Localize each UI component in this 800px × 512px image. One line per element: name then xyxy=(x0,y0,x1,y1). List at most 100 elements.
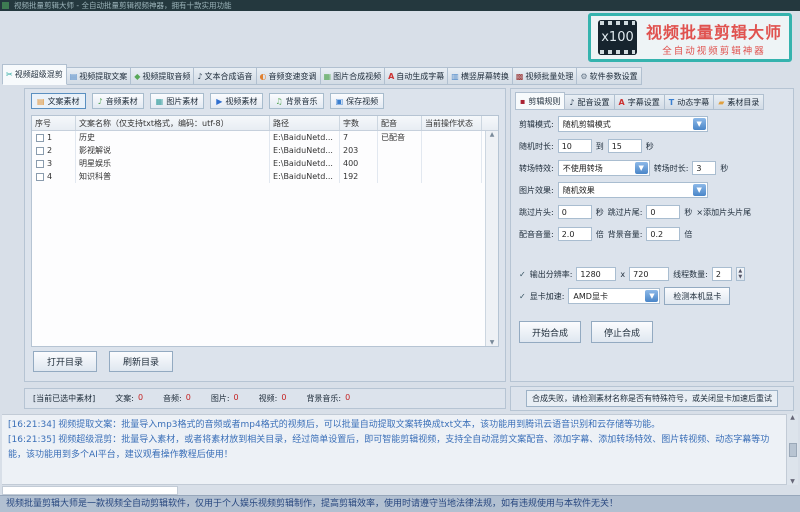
table-scrollbar[interactable]: ▲▼ xyxy=(485,131,498,346)
scroll-up-icon[interactable]: ▲ xyxy=(790,414,795,421)
log-scrollbar[interactable]: ▲ ▼ xyxy=(786,414,798,485)
tab-screen-rotate[interactable]: ▥横竖屏幕转换 xyxy=(448,67,513,85)
scroll-down-icon[interactable]: ▼ xyxy=(790,478,795,485)
selected-audio-count: 0 xyxy=(186,393,191,404)
speed-icon: ◐ xyxy=(260,72,267,81)
random-to-input[interactable] xyxy=(608,139,642,153)
tab-extract-audio[interactable]: ◆视频提取音频 xyxy=(131,67,194,85)
selected-video-count: 0 xyxy=(281,393,286,404)
header-num[interactable]: 序号 xyxy=(32,116,76,130)
detect-gpu-button[interactable]: 检测本机显卡 xyxy=(664,287,730,305)
header-dub[interactable]: 配音 xyxy=(378,116,422,130)
scrollbar-thumb[interactable] xyxy=(789,443,797,457)
table-row[interactable]: 2 影视解说 E:\BaiduNetd... 203 xyxy=(32,144,498,157)
subtitle-settings-icon: A xyxy=(619,98,625,107)
log-line: [16:21:35] 视频超级混剪：批量导入素材，或者将素材放到相关目录，经过简… xyxy=(8,433,782,463)
tab-clip-rules[interactable]: ▪剪辑规则 xyxy=(515,92,565,110)
refresh-directory-button[interactable]: 刷新目录 xyxy=(109,351,173,372)
header-path[interactable]: 路径 xyxy=(270,116,340,130)
bg-volume-input[interactable] xyxy=(646,227,680,241)
header-words[interactable]: 字数 xyxy=(340,116,378,130)
image-effect-label: 图片效果: xyxy=(519,185,554,196)
header-status[interactable]: 当前操作状态 xyxy=(422,116,482,130)
tab-settings[interactable]: ⚙软件参数设置 xyxy=(577,67,641,85)
clip-mode-label: 剪辑模式: xyxy=(519,119,554,130)
random-from-input[interactable] xyxy=(558,139,592,153)
table-row[interactable]: 1 历史 E:\BaiduNetd... 7 已配音 xyxy=(32,131,498,144)
row-checkbox[interactable] xyxy=(36,134,44,142)
window-icon xyxy=(2,2,9,9)
skip-head-input[interactable] xyxy=(558,205,592,219)
tab-dynamic-subtitle[interactable]: T动态字幕 xyxy=(665,94,714,110)
text-material-icon: ▤ xyxy=(37,97,45,106)
text-material-button[interactable]: ▤文案素材 xyxy=(31,93,86,109)
tab-subtitle-settings[interactable]: A字幕设置 xyxy=(615,94,665,110)
gpu-select[interactable]: AMD显卡▼ xyxy=(568,288,660,304)
selected-label: [当前已选中素材] xyxy=(33,393,95,404)
video-material-button[interactable]: ▶视频素材 xyxy=(210,93,263,109)
audio-material-button[interactable]: ♪音频素材 xyxy=(92,93,144,109)
dub-volume-label: 配音音量: xyxy=(519,229,554,240)
dynamic-subtitle-icon: T xyxy=(669,98,674,107)
scroll-up-icon[interactable]: ▲ xyxy=(490,131,495,138)
transition-label: 转场特效: xyxy=(519,163,554,174)
settings-tab-bar: ▪剪辑规则 ♪配音设置 A字幕设置 T动态字幕 ▰素材目录 xyxy=(515,92,764,110)
logo-title: 视频批量剪辑大师 xyxy=(646,19,782,43)
start-synthesis-button[interactable]: 开始合成 xyxy=(519,321,581,343)
row-checkbox[interactable] xyxy=(36,147,44,155)
threads-input[interactable] xyxy=(712,267,732,281)
log-footer-box xyxy=(2,486,178,495)
table-row[interactable]: 3 明星娱乐 E:\BaiduNetd... 400 xyxy=(32,157,498,170)
table-row[interactable]: 4 知识科普 E:\BaiduNetd... 192 xyxy=(32,170,498,183)
open-directory-button[interactable]: 打开目录 xyxy=(33,351,97,372)
chevron-down-icon[interactable]: ▼ xyxy=(645,290,658,302)
chevron-down-icon[interactable]: ▼ xyxy=(693,184,706,196)
chevron-down-icon[interactable]: ▼ xyxy=(693,118,706,130)
chevron-down-icon[interactable]: ▼ xyxy=(635,162,648,174)
save-video-button[interactable]: ▣保存视频 xyxy=(330,93,385,109)
material-button-row: ▤文案素材 ♪音频素材 ▦图片素材 ▶视频素材 ♫背景音乐 ▣保存视频 xyxy=(31,93,384,109)
gpu-checkbox[interactable]: ✓ xyxy=(519,292,526,301)
tab-batch-process[interactable]: ▩视频批量处理 xyxy=(513,67,578,85)
row-checkbox[interactable] xyxy=(36,160,44,168)
bgm-button[interactable]: ♫背景音乐 xyxy=(269,93,323,109)
stop-synthesis-button[interactable]: 停止合成 xyxy=(591,321,653,343)
tab-image-to-video[interactable]: ▦图片合成视频 xyxy=(321,67,386,85)
document-icon: ▤ xyxy=(70,72,78,81)
skip-tail-input[interactable] xyxy=(646,205,680,219)
clip-rules-icon: ▪ xyxy=(520,97,525,106)
resolution-height-input[interactable] xyxy=(629,267,669,281)
resolution-checkbox[interactable]: ✓ xyxy=(519,270,526,279)
materials-panel: ▤文案素材 ♪音频素材 ▦图片素材 ▶视频素材 ♫背景音乐 ▣保存视频 序号 文… xyxy=(24,88,506,382)
row-checkbox[interactable] xyxy=(36,173,44,181)
app-window: 视频批量剪辑大师 - 全自动批量剪辑视频神器，拥有十款实用功能 x100 视频批… xyxy=(0,0,800,512)
skip-head-label: 跳过片头: xyxy=(519,207,554,218)
app-logo: x100 视频批量剪辑大师 全自动视频剪辑神器 xyxy=(588,13,792,62)
tab-auto-subtitle[interactable]: A自动生成字幕 xyxy=(385,67,448,85)
dub-volume-input[interactable] xyxy=(558,227,592,241)
clip-mode-select[interactable]: 随机剪辑模式▼ xyxy=(558,116,708,132)
tab-audio-speed[interactable]: ◐音频变速变调 xyxy=(257,67,321,85)
film-x100-icon: x100 xyxy=(598,20,637,55)
threads-spinner[interactable]: ▲▼ xyxy=(736,267,745,281)
tab-dubbing-settings[interactable]: ♪配音设置 xyxy=(565,94,614,110)
transition-duration-input[interactable] xyxy=(692,161,716,175)
image-effect-select[interactable]: 随机效果▼ xyxy=(558,182,708,198)
tab-material-directory[interactable]: ▰素材目录 xyxy=(714,94,764,110)
synthesis-status-box: 合成失败，请检测素材名称是否有特殊符号，或关闭显卡加速后重试 xyxy=(510,386,794,411)
table-header-row: 序号 文案名称（仅支持txt格式，编码：utf-8） 路径 字数 配音 当前操作… xyxy=(32,116,498,131)
skip-tail-label: 跳过片尾: xyxy=(608,207,643,218)
tab-text-to-speech[interactable]: ♪文本合成语音 xyxy=(194,67,256,85)
image-material-icon: ▦ xyxy=(156,97,164,106)
synthesis-status-text: 合成失败，请检测素材名称是否有特殊符号，或关闭显卡加速后重试 xyxy=(526,390,778,407)
transition-select[interactable]: 不使用转场▼ xyxy=(558,160,650,176)
tab-extract-text[interactable]: ▤视频提取文案 xyxy=(67,67,132,85)
rotate-screen-icon: ▥ xyxy=(451,72,459,81)
scroll-down-icon[interactable]: ▼ xyxy=(490,339,495,346)
add-head-tail-checkbox[interactable]: ×添加片头片尾 xyxy=(696,207,751,218)
image-material-button[interactable]: ▦图片素材 xyxy=(150,93,205,109)
resolution-width-input[interactable] xyxy=(576,267,616,281)
header-name[interactable]: 文案名称（仅支持txt格式，编码：utf-8） xyxy=(76,116,270,130)
tab-super-mix[interactable]: ✂视频超级混剪 xyxy=(2,64,67,85)
random-length-label: 随机时长: xyxy=(519,141,554,152)
